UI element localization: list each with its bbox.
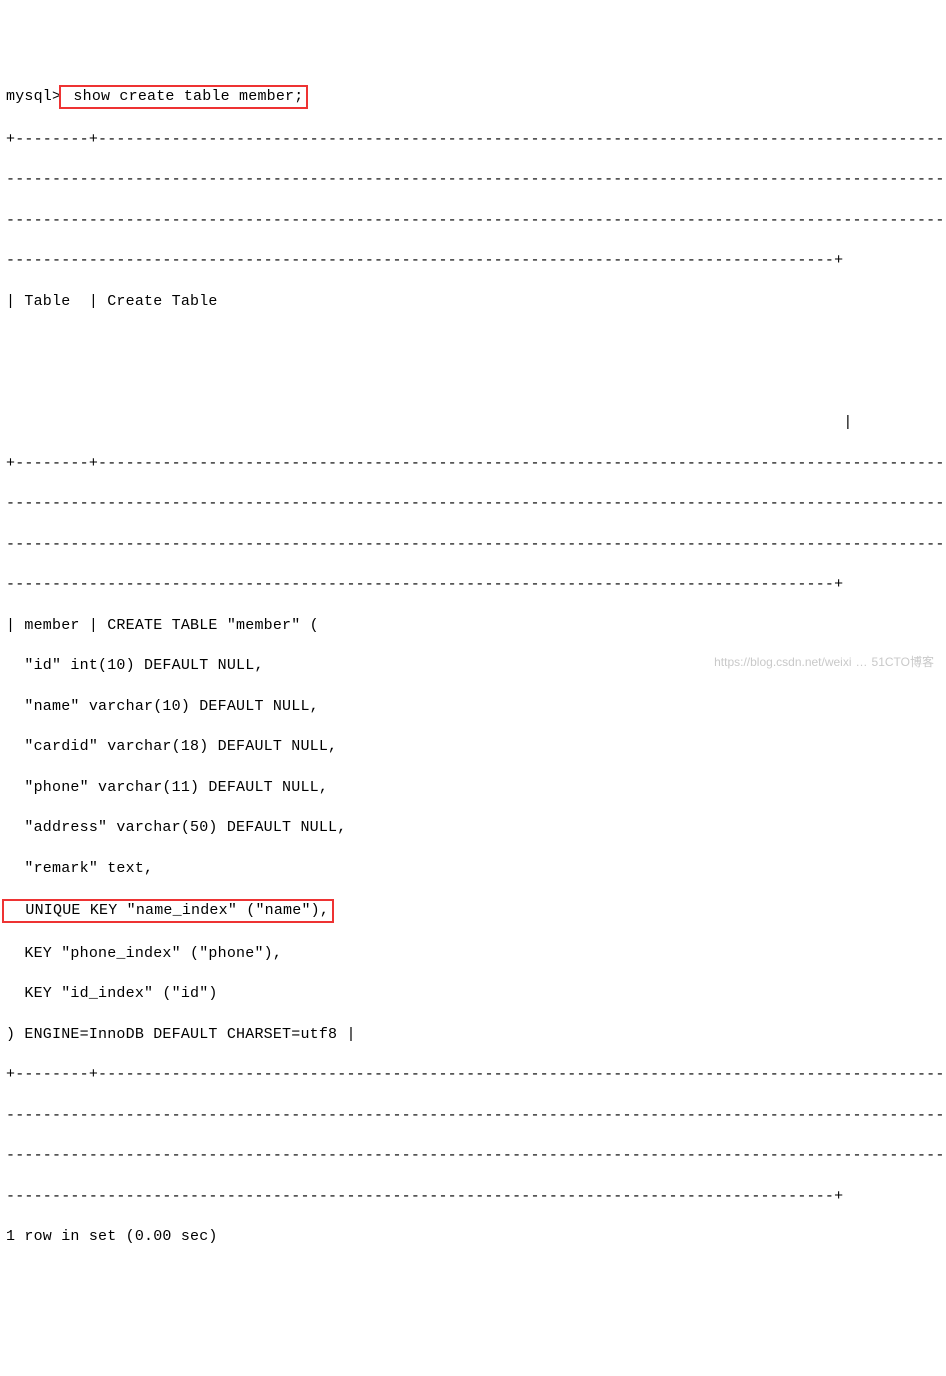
unique-key-line: UNIQUE KEY "name_index" ("name"),: [6, 899, 940, 923]
watermark-site: 51CTO博客: [872, 655, 934, 669]
separator-line: +--------+------------------------------…: [6, 454, 940, 474]
separator-line: ----------------------------------------…: [6, 211, 940, 231]
result-footer: 1 row in set (0.00 sec): [6, 1227, 940, 1247]
separator-line: +--------+------------------------------…: [6, 130, 940, 150]
prompt-line: mysql> show create table member;: [6, 85, 940, 109]
separator-line: ----------------------------------------…: [6, 170, 940, 190]
create-table-open: | member | CREATE TABLE "member" (: [6, 616, 940, 636]
separator-line: ----------------------------------------…: [6, 251, 940, 271]
separator-line: ----------------------------------------…: [6, 1187, 940, 1207]
column-def-cardid: "cardid" varchar(18) DEFAULT NULL,: [6, 737, 940, 757]
highlighted-unique-key: UNIQUE KEY "name_index" ("name"),: [2, 899, 334, 923]
header-end-bar: |: [6, 413, 940, 433]
separator-line: ----------------------------------------…: [6, 575, 940, 595]
watermark-url: https://blog.csdn.net/weixi: [714, 655, 851, 669]
blank-line: [6, 373, 940, 393]
separator-line: ----------------------------------------…: [6, 1146, 940, 1166]
key-id-index: KEY "id_index" ("id"): [6, 984, 940, 1004]
column-def-remark: "remark" text,: [6, 859, 940, 879]
key-phone-index: KEY "phone_index" ("phone"),: [6, 944, 940, 964]
watermark: https://blog.csdn.net/weixi…51CTO博客: [714, 654, 934, 670]
column-def-phone: "phone" varchar(11) DEFAULT NULL,: [6, 778, 940, 798]
separator-line: +--------+------------------------------…: [6, 1065, 940, 1085]
mysql-prompt: mysql>: [6, 88, 61, 105]
separator-line: ----------------------------------------…: [6, 1106, 940, 1126]
highlighted-command: show create table member;: [59, 85, 308, 109]
separator-line: ----------------------------------------…: [6, 494, 940, 514]
column-def-name: "name" varchar(10) DEFAULT NULL,: [6, 697, 940, 717]
separator-line: ----------------------------------------…: [6, 535, 940, 555]
blank-line: [6, 332, 940, 352]
engine-line: ) ENGINE=InnoDB DEFAULT CHARSET=utf8 |: [6, 1025, 940, 1045]
column-def-address: "address" varchar(50) DEFAULT NULL,: [6, 818, 940, 838]
table-header: | Table | Create Table: [6, 292, 940, 312]
